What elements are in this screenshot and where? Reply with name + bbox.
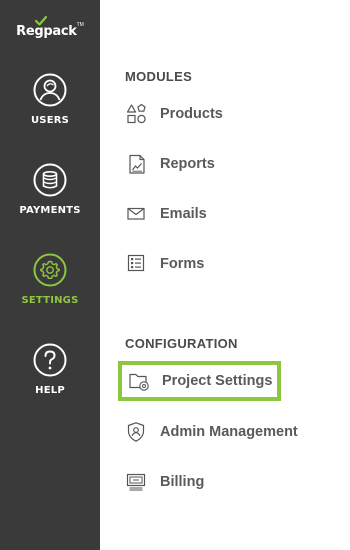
menu-label-admin-management: Admin Management xyxy=(160,424,298,440)
menu-item-forms[interactable]: Forms xyxy=(126,251,204,277)
menu-label-project-settings: Project Settings xyxy=(162,373,273,389)
envelope-icon xyxy=(127,207,145,220)
billing-icon xyxy=(126,473,146,491)
coins-icon xyxy=(33,163,67,197)
menu-label-reports: Reports xyxy=(160,156,215,172)
rail-item-settings[interactable]: SETTINGS xyxy=(0,253,100,323)
rail-item-users[interactable]: USERS xyxy=(0,73,100,143)
report-icon xyxy=(129,154,145,174)
rail-item-payments[interactable]: PAYMENTS xyxy=(0,163,100,233)
menu-label-products: Products xyxy=(160,106,223,122)
rail-label-help: HELP xyxy=(35,385,65,396)
menu-item-admin-management[interactable]: Admin Management xyxy=(126,419,298,445)
menu-label-forms: Forms xyxy=(160,256,205,272)
logo-text: Regpack xyxy=(16,24,77,39)
menu-label-billing: Billing xyxy=(160,474,205,490)
rail-label-users: USERS xyxy=(30,115,70,126)
help-icon xyxy=(33,343,67,377)
logo-check-icon xyxy=(35,16,47,26)
shield-icon xyxy=(127,422,145,442)
shapes-icon xyxy=(126,103,146,124)
user-icon xyxy=(33,73,67,107)
regpack-logo[interactable]: RegpackTM xyxy=(0,16,100,44)
rail-label-settings: SETTINGS xyxy=(21,295,79,306)
menu-item-reports[interactable]: Reports xyxy=(126,151,215,177)
menu-item-project-settings[interactable]: Project Settings xyxy=(118,361,281,401)
gear-icon xyxy=(33,253,67,287)
menu-label-emails: Emails xyxy=(160,206,207,222)
logo-trademark: TM xyxy=(76,22,84,28)
rail-label-payments: PAYMENTS xyxy=(19,205,81,216)
sidebar-rail: RegpackTM USERS PAYMENTS SETTINGS HELP xyxy=(0,0,100,550)
form-icon xyxy=(127,254,145,272)
rail-item-help[interactable]: HELP xyxy=(0,343,100,413)
configuration-section-title: CONFIGURATION xyxy=(125,336,238,351)
folder-settings-icon xyxy=(129,373,149,391)
menu-item-products[interactable]: Products xyxy=(126,101,223,127)
modules-section-title: MODULES xyxy=(125,69,193,84)
menu-item-billing[interactable]: Billing xyxy=(126,469,204,495)
menu-item-emails[interactable]: Emails xyxy=(126,201,207,227)
